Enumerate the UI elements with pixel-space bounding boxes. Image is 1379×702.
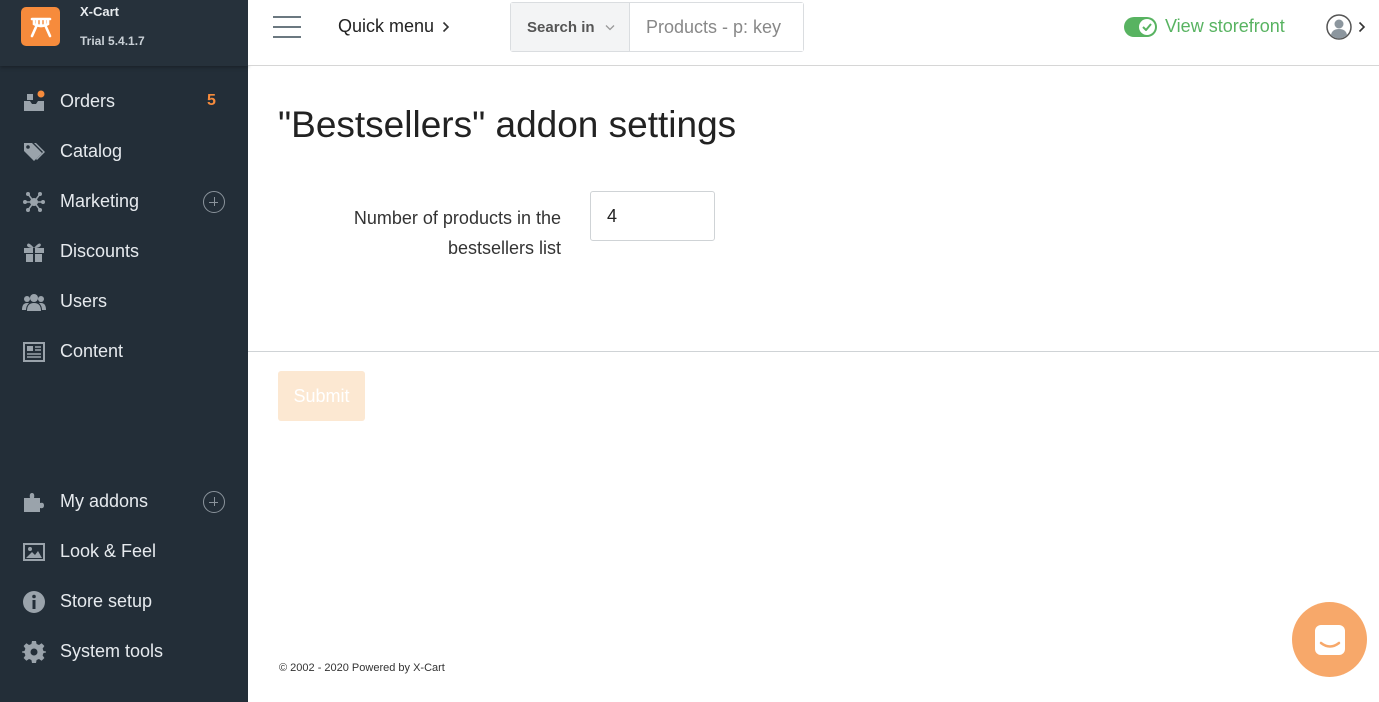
sidebar-item-label: My addons: [60, 491, 149, 511]
sidebar-item-label: Users: [60, 291, 108, 311]
hamburger-menu-icon[interactable]: [273, 15, 301, 39]
sidebar-item-label: Store setup: [60, 591, 153, 611]
search-in-dropdown[interactable]: Search in: [511, 3, 630, 51]
chat-icon: [1314, 624, 1345, 655]
view-storefront-link[interactable]: View storefront: [1124, 16, 1285, 37]
quick-menu-button[interactable]: Quick menu: [338, 16, 450, 37]
sidebar-item-label: Marketing: [60, 191, 140, 211]
brand-name: X-Cart: [80, 4, 120, 19]
gear-icon: [22, 640, 46, 664]
account-menu[interactable]: [1326, 14, 1366, 40]
sidebar: X-Cart Trial 5.4.1.7 Orders 5 Catalog Ma…: [0, 0, 248, 702]
form-divider: [248, 351, 1379, 352]
info-icon: [22, 590, 46, 614]
sidebar-item-users[interactable]: Users: [0, 277, 248, 327]
top-bar: Quick menu Search in View storefront: [248, 0, 1379, 66]
network-icon: [22, 190, 46, 214]
sidebar-item-my-addons[interactable]: My addons: [0, 477, 248, 527]
search-in-label: Search in: [527, 18, 595, 36]
newspaper-icon: [22, 340, 46, 364]
sidebar-item-label: Orders: [60, 91, 116, 111]
chevron-down-icon: [605, 24, 614, 30]
add-marketing-icon[interactable]: [203, 191, 225, 213]
sidebar-item-label: Catalog: [60, 141, 123, 161]
brand-header: X-Cart Trial 5.4.1.7: [0, 0, 248, 66]
puzzle-icon: [22, 490, 46, 514]
add-addon-icon[interactable]: [203, 491, 225, 513]
gift-icon: [22, 240, 46, 264]
search-input[interactable]: [630, 3, 803, 51]
xcart-logo-icon[interactable]: [21, 7, 60, 46]
chevron-right-icon: [442, 21, 450, 32]
sidebar-item-system-tools[interactable]: System tools: [0, 627, 248, 677]
sidebar-item-catalog[interactable]: Catalog: [0, 127, 248, 177]
sidebar-item-label: Discounts: [60, 241, 140, 261]
bestsellers-count-label: Number of products in the bestsellers li…: [353, 208, 561, 258]
search-box: Search in: [510, 2, 804, 52]
image-icon: [22, 540, 46, 564]
storefront-toggle[interactable]: [1124, 16, 1157, 37]
user-avatar-icon: [1326, 14, 1352, 40]
sidebar-item-store-setup[interactable]: Store setup: [0, 577, 248, 627]
sidebar-item-label: Look & Feel: [60, 541, 157, 561]
sidebar-item-look-feel[interactable]: Look & Feel: [0, 527, 248, 577]
view-storefront-label: View storefront: [1165, 16, 1285, 36]
sidebar-item-marketing[interactable]: Marketing: [0, 177, 248, 227]
brand-version: Trial 5.4.1.7: [80, 34, 145, 48]
page-title: "Bestsellers" addon settings: [278, 104, 737, 145]
bestsellers-count-input[interactable]: [590, 191, 715, 241]
chevron-right-icon: [1358, 21, 1366, 33]
quick-menu-label: Quick menu: [338, 16, 435, 36]
submit-button[interactable]: Submit: [278, 371, 365, 421]
check-icon: [1139, 18, 1155, 35]
sidebar-item-label: Content: [60, 341, 124, 361]
chat-widget-button[interactable]: [1292, 602, 1367, 677]
orders-icon: [22, 90, 46, 114]
orders-count-badge: 5: [207, 92, 216, 109]
footer-copyright: © 2002 - 2020 Powered by X-Cart: [279, 662, 445, 674]
sidebar-item-label: System tools: [60, 641, 164, 661]
sidebar-item-orders[interactable]: Orders 5: [0, 77, 248, 127]
sidebar-item-content[interactable]: Content: [0, 327, 248, 377]
users-icon: [22, 290, 46, 314]
tags-icon: [22, 140, 46, 164]
sidebar-item-discounts[interactable]: Discounts: [0, 227, 248, 277]
